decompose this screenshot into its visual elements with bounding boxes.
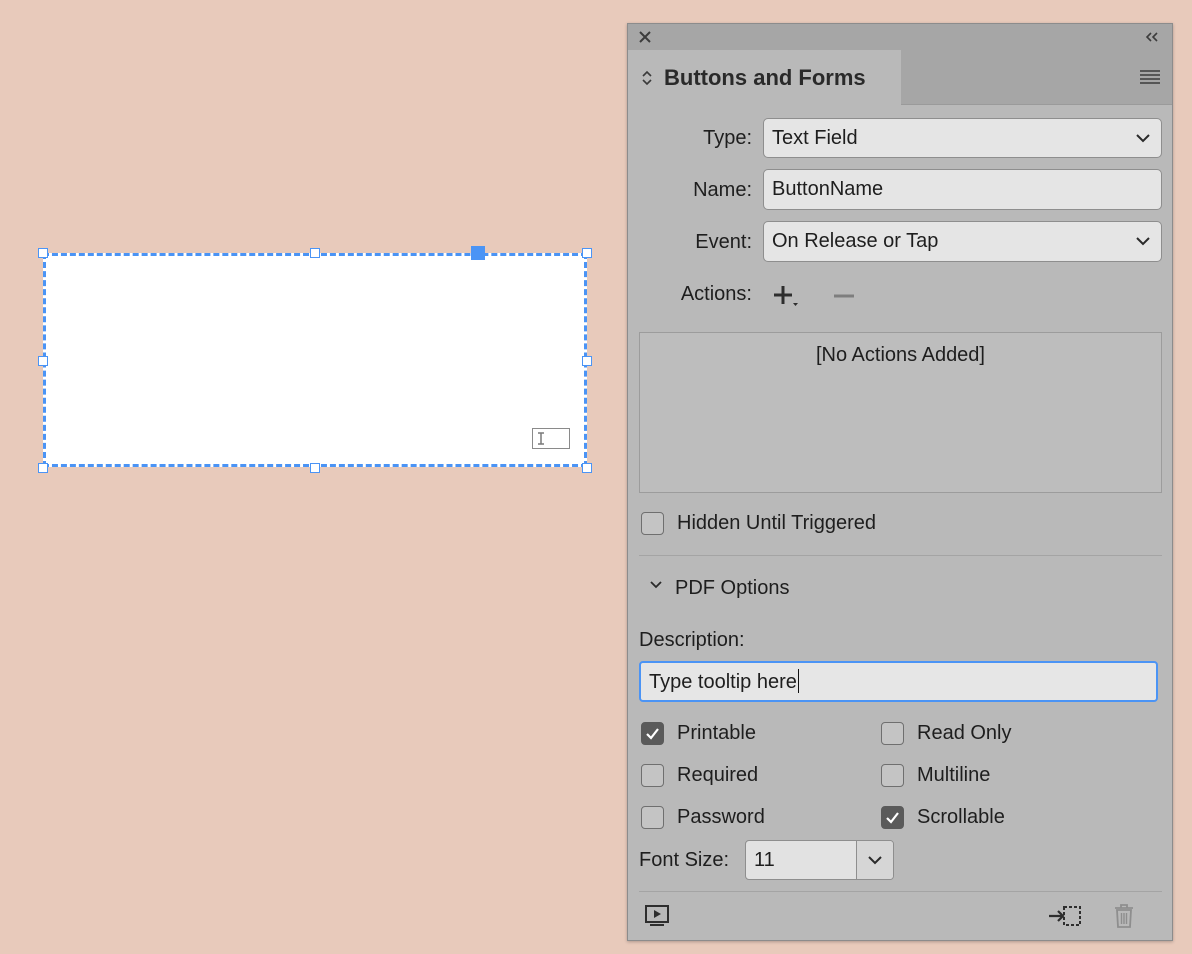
hidden-until-triggered-checkbox[interactable] [641,512,664,535]
printable-checkbox[interactable] [641,722,664,745]
pdf-options-header[interactable]: PDF Options [675,577,789,600]
printable-label: Printable [677,722,756,744]
chevron-down-icon [868,856,882,865]
actions-empty-text: [No Actions Added] [815,344,985,366]
chevron-down-icon [1136,237,1150,246]
double-chevron-icon[interactable] [1144,30,1160,44]
resize-handle-top-middle[interactable] [310,248,320,258]
close-icon[interactable] [638,30,652,44]
hamburger-menu-icon[interactable] [1140,70,1160,84]
type-dropdown[interactable]: Text Field [763,118,1162,158]
name-value: ButtonName [772,178,884,200]
font-size-combobox[interactable]: 11 [745,840,894,880]
scrollable-label: Scrollable [917,806,1005,828]
hidden-until-triggered-label: Hidden Until Triggered [677,512,876,534]
scrollable-checkbox[interactable] [881,806,904,829]
password-checkbox[interactable] [641,806,664,829]
resize-handle-middle-right[interactable] [582,356,592,366]
panel-title: Buttons and Forms [664,65,866,90]
multiline-checkbox[interactable] [881,764,904,787]
required-checkbox[interactable] [641,764,664,787]
name-input[interactable]: ButtonName [763,169,1162,210]
text-field-indicator-icon [532,428,570,449]
resize-handle-top-anchor[interactable] [471,246,485,260]
name-label: Name: [693,179,752,201]
resize-handle-top-right[interactable] [582,248,592,258]
trash-icon[interactable] [1114,904,1134,928]
resize-handle-middle-left[interactable] [38,356,48,366]
text-caret [797,668,800,693]
font-size-dropdown-button[interactable] [856,841,893,879]
divider [639,891,1162,892]
buttons-and-forms-panel: Buttons and Forms Type: Text Field Name:… [627,23,1173,941]
plus-icon[interactable] [772,284,800,308]
resize-handle-bottom-middle[interactable] [310,463,320,473]
panel-titlebar [628,24,1172,50]
panel-tab-strip: Buttons and Forms [628,50,1172,105]
password-label: Password [677,806,765,828]
actions-list[interactable]: [No Actions Added] [639,332,1162,493]
event-dropdown[interactable]: On Release or Tap [763,221,1162,262]
minus-icon[interactable] [833,293,855,299]
description-label: Description: [639,629,745,651]
type-label: Type: [703,127,752,149]
actions-label: Actions: [680,283,752,305]
up-down-arrows-icon [642,70,652,86]
tab-buttons-and-forms[interactable]: Buttons and Forms [628,50,901,105]
resize-handle-top-left[interactable] [38,248,48,258]
read-only-checkbox[interactable] [881,722,904,745]
chevron-down-icon [1136,134,1150,143]
description-input[interactable]: Type tooltip here [639,661,1158,702]
preview-icon[interactable] [645,905,669,927]
multiline-label: Multiline [917,764,991,786]
font-size-label: Font Size: [639,849,730,871]
chevron-down-icon[interactable] [649,580,663,590]
resize-handle-bottom-right[interactable] [582,463,592,473]
divider [639,555,1162,556]
text-field-frame[interactable] [43,253,587,467]
convert-to-object-icon[interactable] [1048,904,1082,928]
font-size-value: 11 [754,849,775,871]
event-value: On Release or Tap [772,230,939,252]
resize-handle-bottom-left[interactable] [38,463,48,473]
required-label: Required [677,764,759,786]
type-value: Text Field [772,127,858,149]
read-only-label: Read Only [917,722,1012,744]
description-value: Type tooltip here [649,671,797,693]
event-label: Event: [695,231,752,253]
